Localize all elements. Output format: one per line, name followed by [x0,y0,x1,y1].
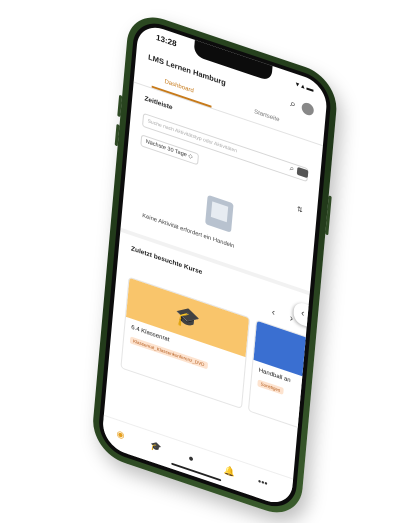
product-mockup: 13:28 ▾ ▴ ▬ LMS Lernen Hamburg ⌕ Dashboa… [0,0,419,522]
search-icon[interactable]: ⌕ [290,98,297,111]
filter-value: Nächste 30 Tage ◇ [145,138,193,161]
messages-icon[interactable]: ● [188,452,194,464]
courses-prev-button[interactable]: ‹ [271,307,275,319]
phone-mockup: 13:28 ▾ ▴ ▬ LMS Lernen Hamburg ⌕ Dashboa… [90,8,340,522]
course-category: Sonstiges [257,379,284,395]
status-icons: ▾ ▴ ▬ [295,80,314,94]
status-time: 13:28 [155,32,177,49]
timeline-title: Zeitleiste [144,95,173,112]
recent-courses-title: Zuletzt besuchte Kurse [130,245,203,277]
tab-startseite[interactable]: Startseite [254,109,280,123]
phone-screen: 13:28 ▾ ▴ ▬ LMS Lernen Hamburg ⌕ Dashboa… [101,21,329,509]
sort-icon[interactable]: ⇅ [297,205,304,215]
dashboard-icon[interactable]: ◉ [116,428,125,441]
empty-state-icon [205,194,234,233]
notifications-icon[interactable]: 🔔 [224,464,236,478]
search-submit-icon[interactable]: ⌕ [289,163,294,174]
course-card[interactable]: 🎓 6.4 Klassenrat Klassenrat_Klassenkonfe… [120,276,251,410]
courses-icon[interactable]: 🎓 [150,440,162,454]
more-icon[interactable]: ••• [258,476,268,489]
avatar[interactable] [301,101,315,117]
course-card[interactable]: Handball an Sonstiges [247,319,329,453]
